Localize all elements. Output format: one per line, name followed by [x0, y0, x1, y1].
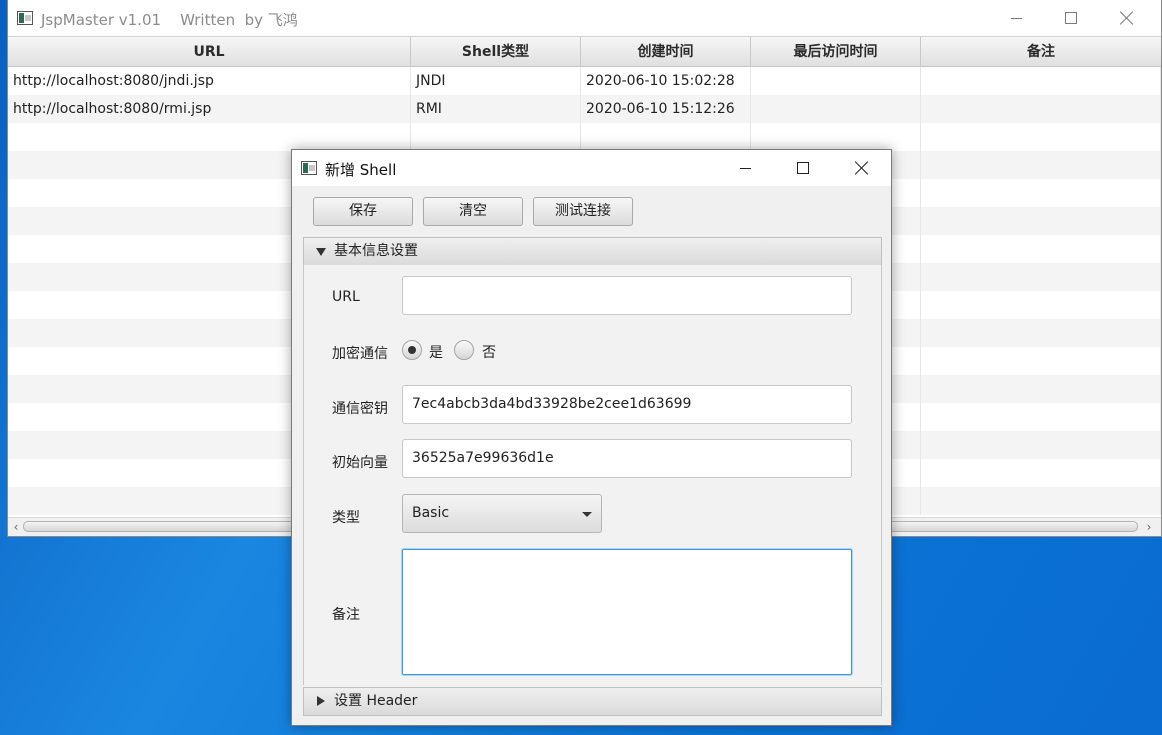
- dialog-window-icon: [301, 161, 317, 175]
- cell-created: 2020-06-10 15:02:28: [581, 67, 751, 95]
- dialog-maximize-button[interactable]: [774, 150, 832, 186]
- table-row[interactable]: http://localhost:8080/jndi.jsp JNDI 2020…: [8, 67, 1161, 95]
- main-title: JspMaster v1.01 Written by 飞鸿: [41, 11, 298, 29]
- cell-last-access: [751, 95, 921, 123]
- dialog-titlebar[interactable]: 新增 Shell: [292, 150, 891, 186]
- expand-arrow-icon: [316, 248, 326, 256]
- encrypt-label: 加密通信: [332, 346, 388, 362]
- cell-last-access: [751, 67, 921, 95]
- url-input[interactable]: [402, 276, 852, 315]
- iv-label: 初始向量: [332, 455, 388, 471]
- key-input[interactable]: 7ec4abcb3da4bd33928be2cee1d63699: [402, 385, 852, 424]
- minimize-button[interactable]: [987, 0, 1045, 36]
- scroll-left-icon[interactable]: ‹: [9, 518, 23, 536]
- maximize-icon: [1065, 12, 1077, 24]
- note-textarea[interactable]: [402, 549, 852, 675]
- maximize-button[interactable]: [1042, 0, 1100, 36]
- clear-button[interactable]: 清空: [423, 197, 523, 226]
- type-select-value: Basic: [412, 505, 450, 521]
- cell-type: RMI: [411, 95, 581, 123]
- collapse-arrow-icon: [317, 696, 325, 706]
- column-header-note[interactable]: 备注: [921, 37, 1161, 67]
- key-label: 通信密钥: [332, 401, 388, 417]
- empty-row: [8, 123, 1161, 151]
- column-header-last-access[interactable]: 最后访问时间: [751, 37, 921, 67]
- scroll-right-icon[interactable]: ›: [1142, 518, 1156, 536]
- encrypt-yes-radio[interactable]: [402, 340, 422, 360]
- minimize-icon: [1010, 17, 1022, 19]
- close-icon: [1120, 11, 1134, 25]
- cell-type: JNDI: [411, 67, 581, 95]
- dialog-minimize-button[interactable]: [716, 150, 774, 186]
- cell-created: 2020-06-10 15:12:26: [581, 95, 751, 123]
- chevron-down-icon: [582, 512, 592, 517]
- url-label: URL: [332, 289, 360, 305]
- test-connection-button[interactable]: 测试连接: [533, 197, 633, 226]
- column-header-url[interactable]: URL: [8, 37, 411, 67]
- cell-note: [921, 67, 1161, 95]
- encrypt-no-label[interactable]: 否: [482, 342, 496, 362]
- basic-info-section-title: 基本信息设置: [334, 243, 418, 259]
- basic-info-section-header[interactable]: 基本信息设置: [303, 237, 882, 266]
- cell-note: [921, 95, 1161, 123]
- save-button[interactable]: 保存: [313, 197, 413, 226]
- encrypt-no-radio[interactable]: [454, 340, 474, 360]
- app-window-icon: [17, 11, 33, 25]
- dialog-title: 新增 Shell: [325, 161, 397, 179]
- header-section-title: 设置 Header: [334, 693, 418, 709]
- maximize-icon: [797, 162, 809, 174]
- new-shell-dialog: 新增 Shell 保存 清空 测试连接 基本信息设置 URL 加密通信 是 否 …: [291, 149, 892, 726]
- note-label: 备注: [332, 607, 360, 623]
- table-header: URL Shell类型 创建时间 最后访问时间 备注: [8, 36, 1161, 67]
- dialog-close-button[interactable]: [833, 150, 891, 186]
- header-section-header[interactable]: 设置 Header: [303, 687, 882, 716]
- cell-url: http://localhost:8080/rmi.jsp: [8, 95, 411, 123]
- type-select[interactable]: Basic: [402, 494, 602, 533]
- encrypt-yes-label[interactable]: 是: [429, 342, 443, 362]
- column-header-created[interactable]: 创建时间: [581, 37, 751, 67]
- cell-url: http://localhost:8080/jndi.jsp: [8, 67, 411, 95]
- column-header-type[interactable]: Shell类型: [411, 37, 581, 67]
- table-row[interactable]: http://localhost:8080/rmi.jsp RMI 2020-0…: [8, 95, 1161, 123]
- type-label: 类型: [332, 510, 360, 526]
- main-titlebar[interactable]: JspMaster v1.01 Written by 飞鸿: [8, 0, 1161, 36]
- iv-input[interactable]: 36525a7e99636d1e: [402, 439, 852, 478]
- close-icon: [855, 161, 869, 175]
- close-button[interactable]: [1098, 0, 1156, 36]
- minimize-icon: [739, 167, 751, 169]
